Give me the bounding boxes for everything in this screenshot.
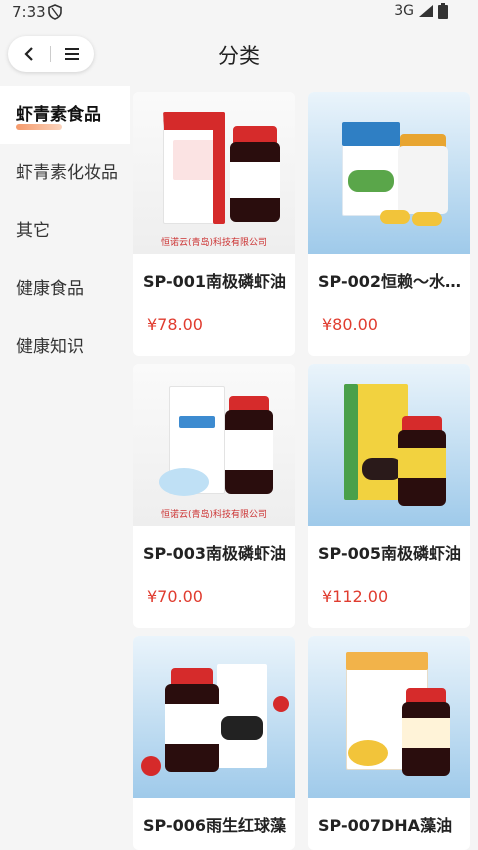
sidebar-item-label: 健康知识 — [16, 337, 84, 357]
sidebar-item-label: 虾青素食品 — [16, 105, 101, 125]
product-image: 恒诺云(青岛)科技有限公司 — [133, 92, 295, 254]
page-title: 分类 — [218, 44, 260, 68]
product-card[interactable]: SP-006雨生红球藻 — [133, 636, 295, 850]
product-image: 恒诺云(青岛)科技有限公司 — [133, 364, 295, 526]
category-sidebar: 虾青素食品 虾青素化妆品 其它 健康食品 健康知识 — [0, 86, 130, 850]
product-card[interactable]: SP-005南极磷虾油 ¥112.00 — [308, 364, 470, 628]
product-image — [308, 92, 470, 254]
product-card[interactable]: SP-007DHA藻油 — [308, 636, 470, 850]
network-type: 3G — [394, 3, 414, 19]
product-name: SP-006雨生红球藻 — [143, 816, 287, 835]
product-name: SP-005南极磷虾油 — [318, 544, 462, 563]
product-price: ¥78.00 — [147, 315, 203, 334]
sidebar-item-astaxanthin-cosmetics[interactable]: 虾青素化妆品 — [0, 144, 130, 202]
sidebar-item-health-knowledge[interactable]: 健康知识 — [0, 318, 130, 376]
sidebar-item-astaxanthin-food[interactable]: 虾青素食品 — [0, 86, 130, 144]
product-name: SP-001南极磷虾油 — [143, 272, 287, 291]
shield-icon — [48, 4, 62, 20]
product-image — [308, 364, 470, 526]
product-image — [133, 636, 295, 798]
product-card[interactable]: SP-002恒赖～水飞蓟 ¥80.00 — [308, 92, 470, 356]
status-bar: 7:33 3G — [0, 0, 478, 26]
product-price: ¥112.00 — [322, 587, 389, 606]
product-price: ¥80.00 — [322, 315, 378, 334]
product-name: SP-003南极磷虾油 — [143, 544, 287, 563]
signal-icon — [419, 5, 433, 17]
sidebar-item-other[interactable]: 其它 — [0, 202, 130, 260]
sidebar-item-label: 虾青素化妆品 — [16, 163, 118, 183]
product-card[interactable]: 恒诺云(青岛)科技有限公司 SP-003南极磷虾油 ¥70.00 — [133, 364, 295, 628]
product-image — [308, 636, 470, 798]
sidebar-item-label: 其它 — [16, 221, 50, 241]
product-name: SP-007DHA藻油 — [318, 816, 453, 835]
status-indicators: 3G — [394, 3, 448, 19]
product-card[interactable]: 恒诺云(青岛)科技有限公司 SP-001南极磷虾油 ¥78.00 — [133, 92, 295, 356]
image-caption: 恒诺云(青岛)科技有限公司 — [160, 510, 268, 520]
sidebar-item-health-food[interactable]: 健康食品 — [0, 260, 130, 318]
status-time: 7:33 — [12, 3, 46, 21]
image-caption: 恒诺云(青岛)科技有限公司 — [160, 238, 268, 248]
product-name: SP-002恒赖～水飞蓟 — [318, 272, 463, 291]
product-grid: 恒诺云(青岛)科技有限公司 SP-001南极磷虾油 ¥78.00 SP-002恒… — [130, 86, 478, 850]
header: 分类 — [0, 26, 478, 86]
battery-icon — [438, 3, 448, 19]
sidebar-item-label: 健康食品 — [16, 279, 84, 299]
product-price: ¥70.00 — [147, 587, 203, 606]
